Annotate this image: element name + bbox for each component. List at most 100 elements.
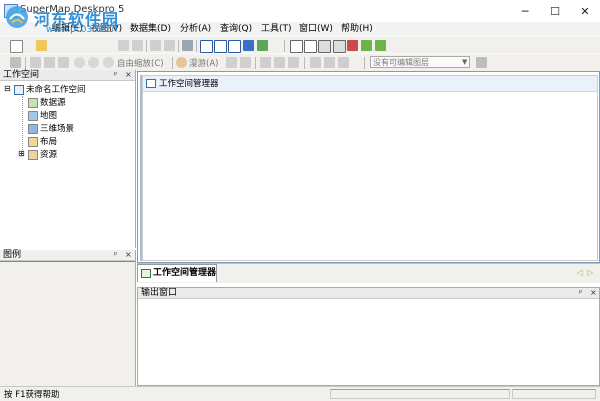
- pin-icon[interactable]: ᵖ: [114, 250, 117, 259]
- pan-button[interactable]: 漫游(A): [189, 57, 218, 69]
- tab-workspace-manager[interactable]: 工作空间管理器: [137, 264, 217, 282]
- undo-icon[interactable]: [150, 40, 161, 51]
- redo-icon[interactable]: [164, 40, 175, 51]
- select-rect-icon[interactable]: [44, 57, 55, 68]
- toolbar-separator: [284, 40, 285, 52]
- menu-window[interactable]: 窗口(W): [299, 22, 333, 36]
- toolbar-separator: [304, 57, 305, 69]
- tree-item-label: 地图: [40, 111, 58, 121]
- next-view-icon[interactable]: [274, 57, 285, 68]
- pointer-icon[interactable]: [30, 57, 41, 68]
- tree-item-label: 数据源: [40, 98, 66, 108]
- select-tool-icon[interactable]: [257, 40, 268, 51]
- properties-icon[interactable]: [304, 40, 317, 53]
- tab-prev-icon[interactable]: ◁: [577, 268, 583, 277]
- table-icon[interactable]: [318, 40, 331, 53]
- forward-arrow-icon[interactable]: [375, 40, 386, 51]
- menu-help[interactable]: 帮助(H): [341, 22, 373, 36]
- status-cell: [330, 389, 510, 399]
- cut-icon[interactable]: [118, 40, 129, 51]
- tab-next-icon[interactable]: ▷: [587, 268, 593, 277]
- toolbar-separator: [196, 40, 197, 52]
- output-window-header: 输出窗口: [138, 288, 599, 299]
- editable-layer-select[interactable]: 没有可编辑图层: [370, 56, 470, 68]
- tree-icon[interactable]: [333, 40, 346, 53]
- toolbar-separator: [172, 57, 173, 69]
- layer-icon[interactable]: [288, 57, 299, 68]
- close-icon[interactable]: ×: [590, 288, 597, 297]
- minimize-button[interactable]: ─: [510, 0, 540, 22]
- close-icon[interactable]: ×: [125, 70, 132, 79]
- map-icon[interactable]: [10, 57, 21, 68]
- globe-icon: [28, 123, 38, 134]
- close-button[interactable]: ✕: [570, 0, 600, 22]
- expand-toggle-icon[interactable]: ⊞: [18, 149, 25, 158]
- workspace-manager-icon[interactable]: [200, 40, 213, 53]
- maximize-button[interactable]: ☐: [540, 0, 570, 22]
- toolbar-separator: [146, 40, 147, 52]
- measure-angle-icon[interactable]: [338, 57, 349, 68]
- legend-panel: 图例 ᵖ ×: [0, 250, 136, 386]
- workspace-panel: 工作空间 ᵖ × ⊟ 未命名工作空间 数据源 地图 三维场景 布局 ⊞ 资源: [0, 70, 136, 248]
- entire-view-icon[interactable]: [226, 57, 237, 68]
- tree-item-layout[interactable]: 布局: [28, 136, 57, 148]
- layer-manager-icon[interactable]: [214, 40, 227, 53]
- copy-icon[interactable]: [290, 40, 303, 53]
- status-cell: [512, 389, 596, 399]
- legend-panel-title: 图例: [3, 250, 22, 260]
- help-icon[interactable]: [243, 40, 254, 51]
- output-window: 输出窗口 ᵖ ×: [137, 287, 600, 386]
- output-window-title: 输出窗口: [141, 288, 178, 298]
- menu-query[interactable]: 查询(Q): [220, 22, 252, 36]
- status-help-text: 按 F1获得帮助: [4, 390, 60, 400]
- back-arrow-icon[interactable]: [361, 40, 372, 51]
- tree-root-label: 未命名工作空间: [26, 85, 86, 95]
- zoom-out-icon[interactable]: [88, 57, 99, 68]
- tree-root-workspace[interactable]: 未命名工作空间: [14, 84, 86, 96]
- zoom-in-icon[interactable]: [74, 57, 85, 68]
- menu-analysis[interactable]: 分析(A): [180, 22, 211, 36]
- tree-item-label: 资源: [40, 150, 58, 160]
- refresh-icon[interactable]: [240, 57, 251, 68]
- toolbar-separator: [364, 57, 365, 69]
- tree-item-map[interactable]: 地图: [28, 110, 57, 122]
- document-title-text: 工作空间管理器: [159, 79, 219, 89]
- tree-item-label: 布局: [40, 137, 58, 147]
- output-window-icon[interactable]: [228, 40, 241, 53]
- document-title: 工作空间管理器: [143, 76, 597, 92]
- tree-item-resources[interactable]: 资源: [28, 149, 57, 161]
- open-workspace-icon[interactable]: [36, 40, 47, 51]
- resources-icon: [28, 149, 38, 160]
- menu-tools[interactable]: 工具(T): [261, 22, 292, 36]
- close-map-icon[interactable]: [347, 40, 358, 51]
- tree-item-datasource[interactable]: 数据源: [28, 97, 66, 109]
- pin-icon[interactable]: ᵖ: [114, 70, 117, 79]
- workspace-manager-document[interactable]: [142, 75, 598, 261]
- new-workspace-icon[interactable]: [10, 40, 23, 53]
- menu-dataset[interactable]: 数据集(D): [130, 22, 171, 36]
- workspace-icon: [14, 84, 24, 95]
- workspace-manager-icon: [141, 269, 151, 278]
- watermark-logo-icon: [6, 6, 28, 28]
- pan-hand-icon[interactable]: [176, 57, 187, 68]
- select-circle-icon[interactable]: [58, 57, 69, 68]
- status-bar: 按 F1获得帮助: [0, 386, 600, 401]
- previous-view-icon[interactable]: [260, 57, 271, 68]
- layer-stack-icon[interactable]: [476, 57, 487, 68]
- measure-distance-icon[interactable]: [310, 57, 321, 68]
- workspace-manager-icon: [146, 79, 156, 88]
- paste-icon[interactable]: [132, 40, 143, 51]
- output-text-area[interactable]: [138, 300, 599, 385]
- free-zoom-button[interactable]: 自由缩放(C): [117, 57, 164, 69]
- toolbar-separator: [178, 40, 179, 52]
- tree-item-label: 三维场景: [40, 124, 75, 134]
- collapse-toggle-icon[interactable]: ⊟: [4, 84, 11, 93]
- pin-icon[interactable]: ᵖ: [579, 288, 582, 297]
- print-icon[interactable]: [182, 40, 193, 51]
- free-zoom-icon[interactable]: [103, 57, 114, 68]
- measure-area-icon[interactable]: [324, 57, 335, 68]
- layout-icon: [28, 136, 38, 147]
- close-icon[interactable]: ×: [125, 250, 132, 259]
- tree-item-3d-scene[interactable]: 三维场景: [28, 123, 74, 135]
- chevron-down-icon[interactable]: ▼: [462, 58, 467, 66]
